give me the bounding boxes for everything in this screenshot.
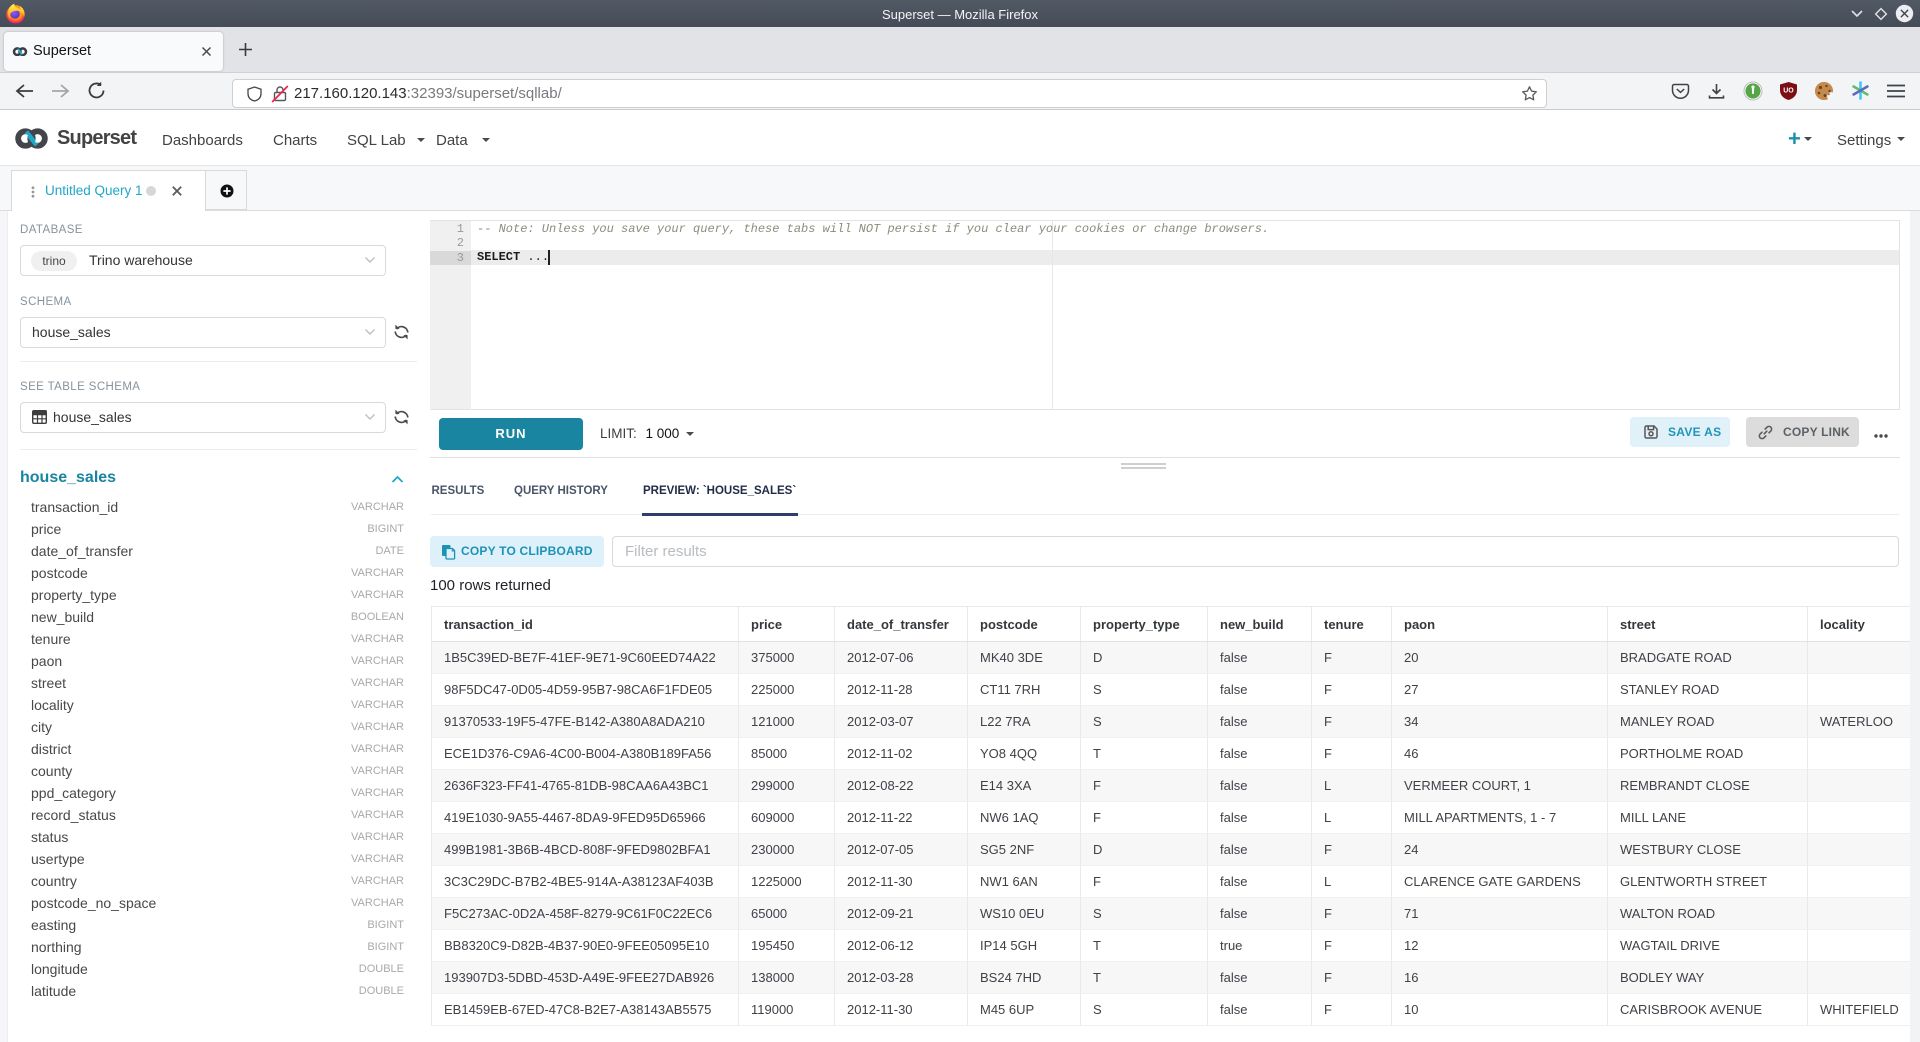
svg-text:UO: UO	[1783, 88, 1794, 95]
